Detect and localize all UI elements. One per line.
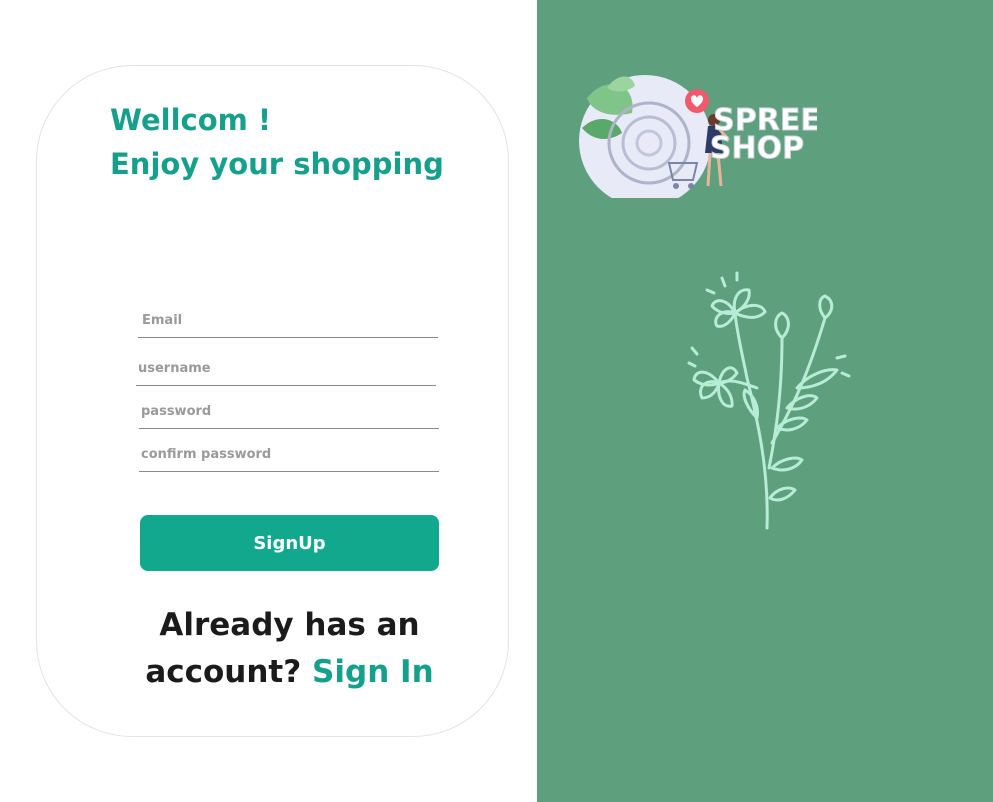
greeting: Wellcom ! Enjoy your shopping <box>110 98 444 186</box>
password-field-wrapper <box>139 399 439 429</box>
greeting-subtitle: Enjoy your shopping <box>110 147 444 181</box>
email-field[interactable] <box>138 308 438 337</box>
confirm-password-field[interactable] <box>139 442 439 471</box>
signup-page: Wellcom ! Enjoy your shopping SignUp Alr… <box>0 0 993 802</box>
email-field-wrapper <box>138 308 438 338</box>
shop-logo-icon: SPREE SHOP <box>579 75 817 198</box>
signin-link[interactable]: Sign In <box>312 654 434 690</box>
flower-illustration-icon <box>687 271 851 530</box>
brand-panel: SPREE SHOP <box>537 0 993 802</box>
signin-prompt: Already has an account? Sign In <box>140 602 439 696</box>
confirm-password-field-wrapper <box>139 442 439 472</box>
password-field[interactable] <box>139 399 439 428</box>
username-field[interactable] <box>136 356 436 385</box>
signup-button[interactable]: SignUp <box>140 515 439 571</box>
username-field-wrapper <box>136 356 436 386</box>
svg-text:SHOP: SHOP <box>710 131 804 166</box>
greeting-title: Wellcom ! <box>110 103 272 137</box>
